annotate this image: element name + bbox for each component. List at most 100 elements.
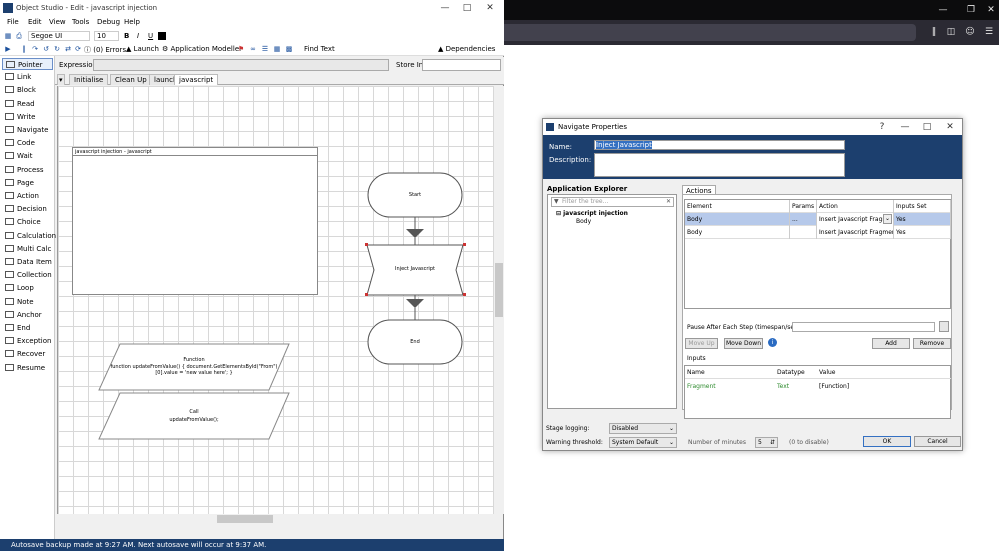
minimize-button[interactable]: — — [439, 3, 451, 13]
palette-item-calculation[interactable]: Calculation — [2, 230, 56, 242]
vertical-scrollbar[interactable] — [494, 86, 504, 514]
minimize-icon[interactable]: — — [937, 5, 949, 15]
palette-item-recover[interactable]: Recover — [2, 348, 53, 360]
app-modeller-button[interactable]: ⚙ Application Modeller — [162, 45, 242, 53]
info-icon[interactable]: i — [768, 338, 777, 347]
palette-item-resume[interactable]: Resume — [2, 362, 53, 374]
color-picker[interactable] — [158, 32, 166, 40]
warning-threshold-select[interactable]: System Default ⌄ — [609, 437, 677, 448]
library-icon[interactable]: ‖ — [928, 27, 940, 37]
handle[interactable] — [463, 293, 466, 296]
diagram-canvas[interactable]: javascript injection - javascript Start … — [57, 86, 494, 514]
reset-icon[interactable]: ⇄ — [64, 45, 72, 53]
expression-input[interactable] — [93, 59, 389, 71]
palette-item-end[interactable]: End — [2, 322, 53, 334]
menu-icon[interactable]: ☰ — [983, 27, 995, 37]
find-text-button[interactable]: Find Text — [304, 45, 335, 53]
add-button[interactable]: Add — [872, 338, 910, 349]
grid-icon[interactable]: ▦ — [273, 45, 281, 53]
palette-item-pointer[interactable]: Pointer — [2, 58, 53, 70]
font-select[interactable]: Segoe UI — [28, 31, 90, 41]
refresh-icon[interactable]: ⟳ — [74, 45, 82, 53]
step-out-icon[interactable]: ↻ — [53, 45, 61, 53]
maximize-button[interactable]: □ — [921, 122, 933, 132]
errors-button[interactable]: ⓘ (0) Errors — [84, 45, 126, 55]
palette-item-block[interactable]: Block — [2, 84, 53, 96]
params-button[interactable]: ... — [790, 213, 817, 226]
tab-initialise[interactable]: Initialise — [69, 74, 109, 85]
horizontal-scrollbar[interactable] — [57, 514, 494, 524]
palette-item-write[interactable]: Write — [2, 111, 53, 123]
palette-item-link[interactable]: Link — [2, 71, 53, 83]
close-button[interactable]: ✕ — [944, 122, 956, 132]
menu-debug[interactable]: Debug — [97, 18, 120, 26]
clear-icon[interactable]: ✕ — [666, 198, 671, 206]
palette-item-process[interactable]: Process — [2, 164, 53, 176]
move-down-button[interactable]: Move Down — [724, 338, 763, 349]
cancel-button[interactable]: Cancel — [914, 436, 961, 447]
table-row[interactable]: Fragment Text [Function] — [685, 379, 951, 392]
palette-item-wait[interactable]: Wait — [2, 150, 53, 162]
filter-input[interactable]: ▼ Filter the tree... ✕ — [551, 197, 674, 207]
stage-logging-select[interactable]: Disabled ⌄ — [609, 423, 677, 434]
tab-javascript[interactable]: javascript — [174, 74, 219, 85]
account-icon[interactable]: ☺ — [964, 27, 976, 37]
palette-item-collection[interactable]: Collection — [2, 269, 53, 281]
launch-button[interactable]: ▲ Launch — [126, 45, 159, 53]
tab-clean-up[interactable]: Clean Up — [110, 74, 152, 85]
palette-item-exception[interactable]: Exception — [2, 335, 53, 347]
close-button[interactable]: ✕ — [484, 3, 496, 13]
palette-item-action[interactable]: Action — [2, 190, 53, 202]
sidebar-icon[interactable]: ◫ — [945, 27, 957, 37]
store-in-input[interactable] — [422, 59, 501, 71]
minimize-button[interactable]: — — [899, 122, 911, 132]
tree-item-body[interactable]: Body — [576, 218, 591, 225]
remove-button[interactable]: Remove — [913, 338, 951, 349]
palette-item-decision[interactable]: Decision — [2, 203, 53, 215]
link-icon[interactable]: ∞ — [249, 45, 257, 53]
description-input[interactable] — [594, 153, 845, 177]
print-icon[interactable]: ⎙ — [15, 32, 23, 40]
save-icon[interactable]: ▦ — [4, 32, 12, 40]
close-icon[interactable]: ✕ — [985, 5, 997, 15]
italic-button[interactable]: I — [137, 32, 139, 40]
palette-item-navigate[interactable]: Navigate — [2, 124, 53, 136]
palette-item-anchor[interactable]: Anchor — [2, 309, 53, 321]
action-select[interactable]: Insert Javascript Fragm ⌄ — [817, 213, 894, 226]
tab-menu-icon[interactable]: ▾ — [57, 74, 65, 85]
handle[interactable] — [463, 243, 466, 246]
step-icon[interactable]: ↷ — [31, 45, 39, 53]
menu-view[interactable]: View — [49, 18, 66, 26]
menu-tools[interactable]: Tools — [72, 18, 89, 26]
pause-input[interactable] — [792, 322, 935, 332]
handle[interactable] — [365, 243, 368, 246]
palette-item-choice[interactable]: Choice — [2, 216, 53, 228]
restore-icon[interactable]: ❐ — [965, 5, 977, 15]
handle[interactable] — [365, 293, 368, 296]
call-note[interactable] — [98, 392, 290, 440]
ok-button[interactable]: OK — [863, 436, 911, 447]
name-input[interactable]: Inject Javascript — [594, 140, 845, 150]
palette-item-multi-calc[interactable]: Multi Calc — [2, 243, 53, 255]
bold-button[interactable]: B — [124, 32, 129, 40]
palette-item-page[interactable]: Page — [2, 177, 53, 189]
underline-button[interactable]: U — [148, 32, 153, 40]
flag-icon[interactable]: ⚑ — [237, 45, 245, 53]
chevron-down-icon[interactable]: ⌄ — [883, 214, 892, 224]
tree-root[interactable]: ⊟ javascript injection — [556, 210, 628, 217]
palette-item-loop[interactable]: Loop — [2, 282, 53, 294]
menu-help[interactable]: Help — [124, 18, 140, 26]
input-value[interactable]: [Function] — [819, 383, 849, 390]
run-icon[interactable]: ▶ — [4, 45, 12, 53]
font-size-select[interactable]: 10 — [94, 31, 119, 41]
maximize-button[interactable]: □ — [461, 3, 473, 13]
palette-item-note[interactable]: Note — [2, 296, 53, 308]
step-over-icon[interactable]: ↺ — [42, 45, 50, 53]
table-row[interactable]: Body ... Insert Javascript Fragm ⌄ Yes — [685, 213, 951, 226]
menu-edit[interactable]: Edit — [28, 18, 42, 26]
palette-item-code[interactable]: Code — [2, 137, 53, 149]
dependencies-button[interactable]: ▲ Dependencies — [438, 45, 495, 53]
url-bar[interactable] — [504, 24, 916, 41]
help-button[interactable]: ? — [876, 122, 888, 132]
snap-icon[interactable]: ▩ — [285, 45, 293, 53]
